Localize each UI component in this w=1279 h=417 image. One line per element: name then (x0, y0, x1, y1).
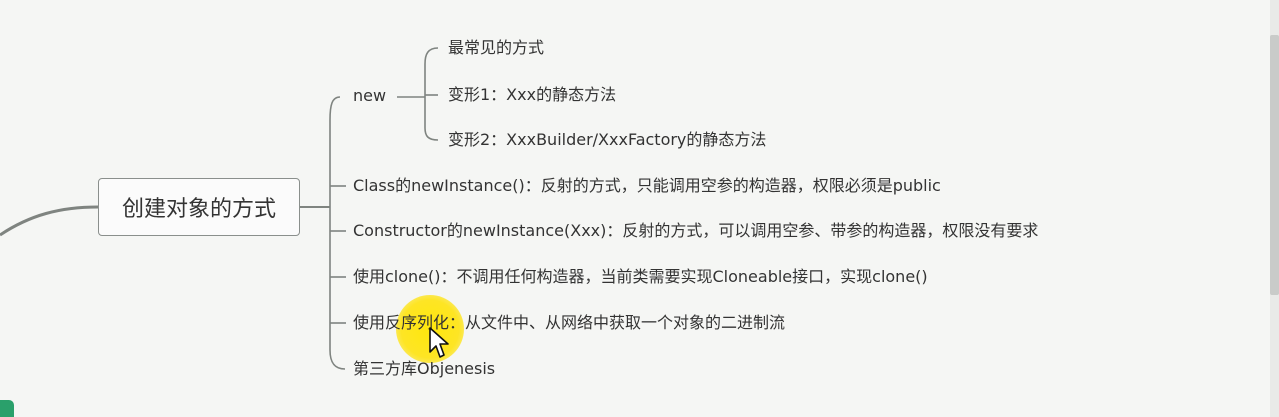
incoming-connector (0, 205, 99, 237)
corner-tab[interactable] (0, 400, 14, 417)
sub-node-common[interactable]: 最常见的方式 (448, 38, 544, 58)
sub-node-variant-2[interactable]: 变形2：XxxBuilder/XxxFactory的静态方法 (448, 130, 766, 150)
branch-clone[interactable]: 使用clone()：不调用任何构造器，当前类需要实现Cloneable接口，实现… (353, 267, 928, 287)
branch-objenesis[interactable]: 第三方库Objenesis (353, 359, 495, 379)
root-node[interactable]: 创建对象的方式 (98, 178, 300, 236)
branch-class-newinstance[interactable]: Class的newInstance()：反射的方式，只能调用空参的构造器，权限必… (353, 176, 941, 196)
branch-new[interactable]: new (353, 86, 386, 106)
branch-constructor-newinstance[interactable]: Constructor的newInstance(Xxx)：反射的方式，可以调用空… (353, 221, 1038, 241)
mouse-pointer-icon (429, 327, 449, 358)
sub-bracket (424, 47, 439, 141)
branch-deserialization[interactable]: 使用反序列化：从文件中、从网络中获取一个对象的二进制流 (353, 313, 785, 333)
main-bracket (329, 96, 346, 370)
sub-node-variant-1[interactable]: 变形1：Xxx的静态方法 (448, 85, 616, 105)
